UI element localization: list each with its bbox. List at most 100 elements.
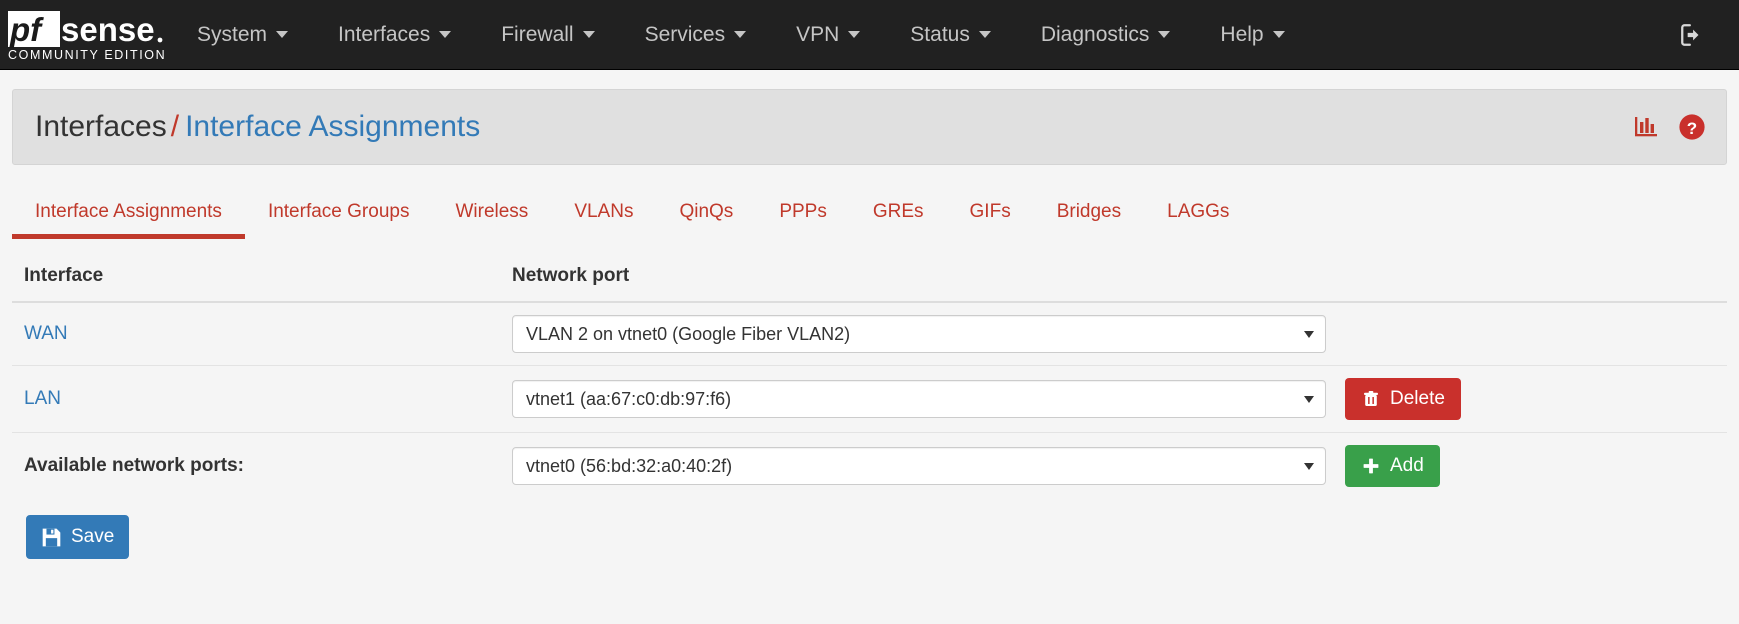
svg-text:?: ? xyxy=(1687,119,1697,138)
nav-item-help[interactable]: Help xyxy=(1195,0,1309,70)
cell-port-lan: vtnet1 (aa:67:c0:db:97:f6) Delete xyxy=(500,365,1727,433)
interface-assignments-table: Interface Network port WAN VLAN 2 on vtn… xyxy=(12,255,1727,499)
logout-icon xyxy=(1681,24,1699,46)
interface-link-wan[interactable]: WAN xyxy=(24,323,68,344)
tab-bridges[interactable]: Bridges xyxy=(1034,201,1144,239)
save-button[interactable]: Save xyxy=(26,515,130,559)
tab-label: PPPs xyxy=(779,201,827,222)
logout-button[interactable] xyxy=(1665,0,1719,70)
breadcrumb-separator: / xyxy=(170,110,180,143)
tab-label: GIFs xyxy=(969,201,1011,222)
tab-qinqs[interactable]: QinQs xyxy=(656,201,756,239)
port-cell: vtnet0 (56:bd:32:a0:40:2f) Add xyxy=(512,445,1727,487)
table-row: WAN VLAN 2 on vtnet0 (Google Fiber VLAN2… xyxy=(12,302,1727,366)
svg-text:sense: sense xyxy=(61,11,155,48)
breadcrumb-panel: Interfaces / Interface Assignments ? xyxy=(12,89,1727,165)
breadcrumb-parent[interactable]: Interfaces xyxy=(35,110,167,143)
chevron-down-icon xyxy=(1304,395,1314,403)
cell-available-ports-select: vtnet0 (56:bd:32:a0:40:2f) Add xyxy=(500,433,1727,500)
tab-ppps[interactable]: PPPs xyxy=(756,201,850,239)
nav-item-diagnostics[interactable]: Diagnostics xyxy=(1016,0,1196,70)
brand-subtitle: COMMUNITY EDITION xyxy=(8,47,167,62)
tab-label: LAGGs xyxy=(1167,201,1230,222)
network-port-select-value: vtnet1 (aa:67:c0:db:97:f6) xyxy=(526,388,732,409)
tab-interface-groups[interactable]: Interface Groups xyxy=(245,201,433,239)
nav-item-system[interactable]: System xyxy=(172,0,313,70)
tab-label: GREs xyxy=(872,201,924,222)
breadcrumb-current[interactable]: Interface Assignments xyxy=(185,110,480,143)
nav-item-label: VPN xyxy=(796,22,840,46)
form-actions: Save xyxy=(26,515,1727,559)
tab-interface-assignments[interactable]: Interface Assignments xyxy=(12,201,245,239)
interface-assignments-table-wrapper: Interface Network port WAN VLAN 2 on vtn… xyxy=(12,255,1727,499)
port-cell: VLAN 2 on vtnet0 (Google Fiber VLAN2) xyxy=(512,315,1727,353)
chevron-down-icon xyxy=(439,31,452,38)
column-header-interface: Interface xyxy=(12,255,500,303)
delete-button-label: Delete xyxy=(1390,388,1445,409)
save-button-label: Save xyxy=(71,526,115,547)
tab-wireless[interactable]: Wireless xyxy=(432,201,551,239)
plus-icon xyxy=(1363,458,1379,474)
save-icon xyxy=(42,528,61,546)
tab-laggs[interactable]: LAGGs xyxy=(1144,201,1252,239)
nav-item-label: Help xyxy=(1220,22,1264,46)
chevron-down-icon xyxy=(978,31,991,38)
delete-button[interactable]: Delete xyxy=(1345,378,1461,420)
network-port-select-wan[interactable]: VLAN 2 on vtnet0 (Google Fiber VLAN2) xyxy=(512,315,1326,353)
network-port-select-value: VLAN 2 on vtnet0 (Google Fiber VLAN2) xyxy=(526,323,851,344)
help-icon[interactable]: ? xyxy=(1678,113,1706,141)
add-button[interactable]: Add xyxy=(1345,445,1440,487)
nav-item-services[interactable]: Services xyxy=(620,0,772,70)
nav-item-label: Services xyxy=(644,22,726,46)
tab-bar: Interface Assignments Interface Groups W… xyxy=(12,187,1727,239)
table-row-available-ports: Available network ports: vtnet0 (56:bd:3… xyxy=(12,433,1727,500)
table-row: LAN vtnet1 (aa:67:c0:db:97:f6) Delete xyxy=(12,365,1727,433)
tab-label: Interface Groups xyxy=(267,201,410,222)
svg-text:pf: pf xyxy=(9,11,44,48)
pfsense-logo-icon: pf sense xyxy=(4,8,172,50)
cell-available-ports-label: Available network ports: xyxy=(12,433,500,500)
tab-gres[interactable]: GREs xyxy=(850,201,947,239)
chevron-down-icon xyxy=(582,31,595,38)
port-cell: vtnet1 (aa:67:c0:db:97:f6) Delete xyxy=(512,378,1727,420)
tab-label: QinQs xyxy=(679,201,734,222)
add-button-label: Add xyxy=(1390,455,1424,476)
chevron-down-icon xyxy=(1304,330,1314,338)
nav-item-label: Diagnostics xyxy=(1040,22,1150,46)
available-network-port-select[interactable]: vtnet0 (56:bd:32:a0:40:2f) xyxy=(512,447,1326,485)
nav-item-firewall[interactable]: Firewall xyxy=(476,0,619,70)
interface-link-lan[interactable]: LAN xyxy=(24,388,61,409)
tab-label: VLANs xyxy=(574,201,634,222)
chevron-down-icon xyxy=(1304,462,1314,470)
breadcrumb: Interfaces / Interface Assignments xyxy=(35,110,480,144)
available-network-ports-label: Available network ports: xyxy=(24,455,244,476)
network-port-select-lan[interactable]: vtnet1 (aa:67:c0:db:97:f6) xyxy=(512,380,1326,418)
chevron-down-icon xyxy=(1158,31,1171,38)
tab-label: Bridges xyxy=(1056,201,1122,222)
tab-gifs[interactable]: GIFs xyxy=(947,201,1034,239)
chevron-down-icon xyxy=(848,31,861,38)
nav-item-vpn[interactable]: VPN xyxy=(771,0,885,70)
tab-vlans[interactable]: VLANs xyxy=(551,201,656,239)
status-chart-icon[interactable] xyxy=(1633,114,1661,140)
tab-label: Wireless xyxy=(455,201,529,222)
cell-interface-lan: LAN xyxy=(12,365,500,433)
table-body: WAN VLAN 2 on vtnet0 (Google Fiber VLAN2… xyxy=(12,302,1727,499)
chevron-down-icon xyxy=(734,31,747,38)
chevron-down-icon xyxy=(276,31,289,38)
available-network-port-value: vtnet0 (56:bd:32:a0:40:2f) xyxy=(526,455,733,476)
tab-label: Interface Assignments xyxy=(35,201,222,222)
table-head: Interface Network port xyxy=(12,255,1727,303)
cell-port-wan: VLAN 2 on vtnet0 (Google Fiber VLAN2) xyxy=(500,302,1727,366)
nav-item-status[interactable]: Status xyxy=(885,0,1016,70)
table-header-row: Interface Network port xyxy=(12,255,1727,303)
nav-item-interfaces[interactable]: Interfaces xyxy=(313,0,476,70)
nav-item-label: Interfaces xyxy=(338,22,431,46)
nav-item-label: System xyxy=(197,22,268,46)
nav-item-label: Firewall xyxy=(501,22,574,46)
nav-item-label: Status xyxy=(910,22,970,46)
cell-interface-wan: WAN xyxy=(12,302,500,366)
nav-menu: System Interfaces Firewall Services VPN … xyxy=(172,0,1310,70)
pfsense-brand[interactable]: pf sense COMMUNITY EDITION xyxy=(0,0,172,70)
column-header-network-port: Network port xyxy=(500,255,1727,303)
